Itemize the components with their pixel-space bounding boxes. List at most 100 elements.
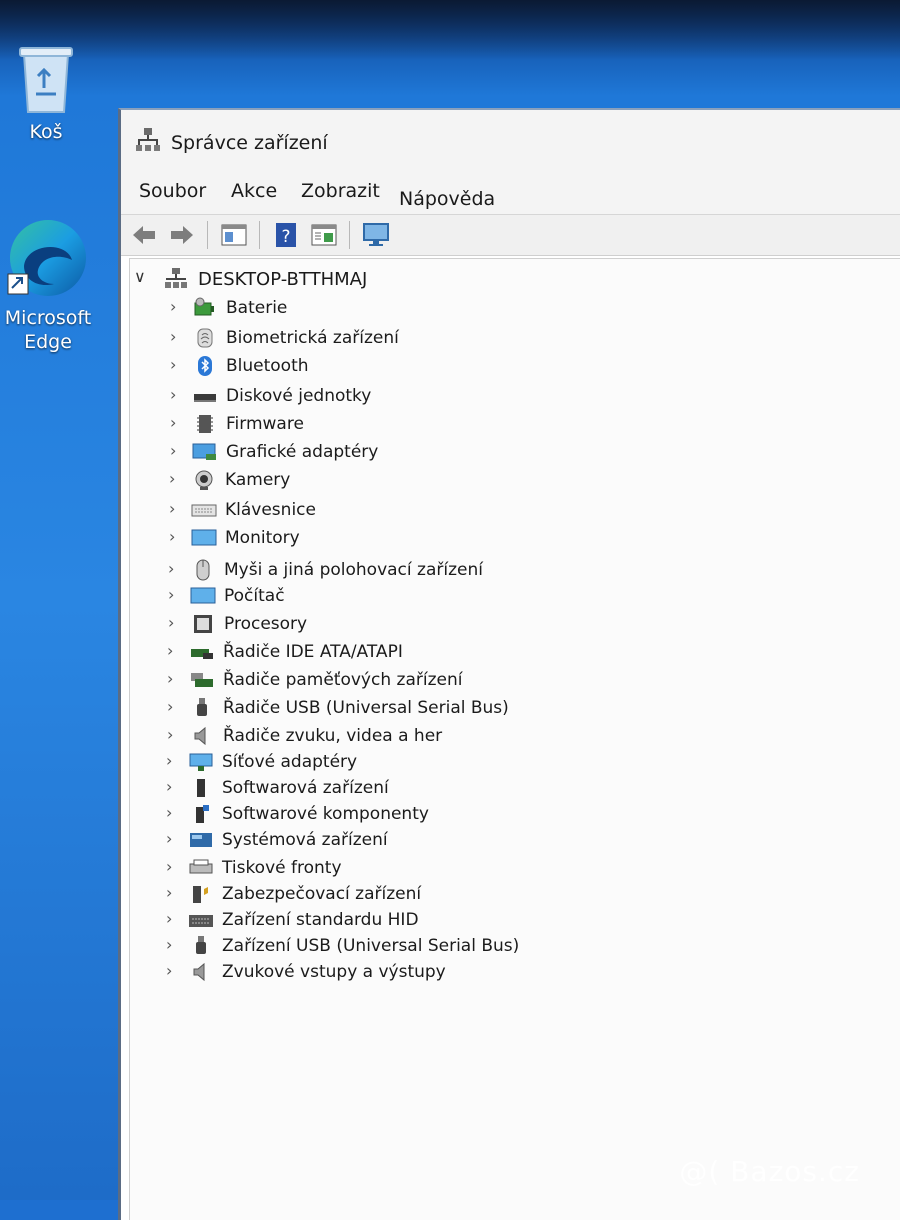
menu-napoveda[interactable]: Nápověda — [399, 188, 495, 210]
tree-category-label: Kamery — [225, 470, 291, 490]
forward-icon[interactable] — [167, 221, 197, 249]
usb-icon — [188, 935, 214, 957]
chevron-right-icon[interactable]: › — [168, 613, 182, 633]
watermark: @( Bazos.cz — [679, 1155, 860, 1188]
toolbar: ? — [121, 214, 900, 256]
tree-category-row[interactable]: › Síťové adaptéry — [166, 749, 866, 777]
chevron-right-icon[interactable]: › — [170, 327, 184, 347]
display-adapter-icon — [192, 441, 218, 463]
tree-category-row[interactable]: › Bluetooth — [170, 353, 870, 381]
tree-category-row[interactable]: › Tiskové fronty — [166, 855, 866, 883]
tree-category-row[interactable]: › Baterie — [170, 295, 870, 323]
tree-category-row[interactable]: › Grafické adaptéry — [170, 439, 870, 467]
back-icon[interactable] — [129, 221, 159, 249]
chevron-right-icon[interactable]: › — [166, 777, 180, 797]
chevron-right-icon[interactable]: › — [167, 641, 181, 661]
device-tree: ∨ DESKTOP-BTTHMAJ › Baterie › Biometrická z… — [129, 258, 900, 1220]
tree-category-label: Firmware — [226, 414, 304, 434]
hid-icon — [188, 909, 214, 931]
chevron-right-icon[interactable]: › — [168, 585, 182, 605]
tree-category-row[interactable]: › Klávesnice — [169, 497, 869, 525]
firmware-icon — [192, 413, 218, 435]
chevron-right-icon[interactable]: › — [167, 725, 181, 745]
tree-category-label: Zabezpečovací zařízení — [222, 884, 422, 904]
chevron-right-icon[interactable]: › — [166, 883, 180, 903]
svg-text:?: ? — [281, 227, 290, 247]
tree-category-row[interactable]: › Zařízení standardu HID — [166, 907, 866, 935]
menu-soubor[interactable]: Soubor — [139, 180, 206, 202]
chevron-right-icon[interactable]: › — [170, 297, 184, 317]
tree-category-row[interactable]: › Zabezpečovací zařízení — [166, 881, 866, 909]
tree-category-row[interactable]: › Firmware — [170, 411, 870, 439]
chevron-right-icon[interactable]: › — [169, 499, 183, 519]
battery-icon — [192, 297, 218, 319]
disk-drive-icon — [192, 385, 218, 407]
tree-category-row[interactable]: › Systémová zařízení — [166, 827, 866, 855]
tree-category-row[interactable]: › Řadiče USB (Universal Serial Bus) — [167, 695, 867, 723]
chevron-right-icon[interactable]: › — [166, 909, 180, 929]
chevron-right-icon[interactable]: › — [170, 441, 184, 461]
chevron-right-icon[interactable]: › — [167, 697, 181, 717]
chevron-right-icon[interactable]: › — [166, 961, 180, 981]
tree-category-row[interactable]: › Počítač — [168, 583, 868, 611]
tree-category-label: Diskové jednotky — [226, 386, 372, 406]
tree-category-label: Systémová zařízení — [222, 830, 388, 850]
chevron-right-icon[interactable]: › — [166, 935, 180, 955]
tree-category-row[interactable]: › Diskové jednotky — [170, 383, 870, 411]
desktop-icon-edge[interactable]: Microsoft Edge — [0, 214, 98, 354]
speaker-icon — [189, 725, 215, 747]
tree-category-label: Tiskové fronty — [222, 858, 342, 878]
tree-root[interactable]: ∨ DESKTOP-BTTHMAJ — [130, 263, 900, 293]
desktop-icon-label: Microsoft Edge — [4, 307, 92, 353]
bluetooth-icon — [192, 355, 218, 377]
chevron-right-icon[interactable]: › — [170, 385, 184, 405]
toolbar-separator — [349, 221, 350, 249]
title-bar[interactable]: Správce zařízení — [121, 110, 900, 174]
menu-akce[interactable]: Akce — [231, 180, 277, 202]
tree-category-row[interactable]: › Myši a jiná polohovací zařízení — [168, 557, 868, 585]
chevron-right-icon[interactable]: › — [166, 803, 180, 823]
chevron-right-icon[interactable]: › — [167, 669, 181, 689]
tree-category-row[interactable]: › Řadiče zvuku, videa a her — [167, 723, 867, 751]
desktop-icon-recycle-bin[interactable]: Koš — [0, 40, 96, 144]
tree-category-row[interactable]: › Zvukové vstupy a výstupy — [166, 959, 866, 987]
tree-category-row[interactable]: › Řadiče paměťových zařízení — [167, 667, 867, 695]
printer-icon — [188, 857, 214, 879]
tree-category-row[interactable]: › Procesory — [168, 611, 868, 639]
tree-category-row[interactable]: › Softwarové komponenty — [166, 801, 866, 829]
tree-category-label: Myši a jiná polohovací zařízení — [224, 560, 483, 580]
tree-category-row[interactable]: › Biometrická zařízení — [170, 325, 870, 353]
usb-icon — [189, 697, 215, 719]
properties-pane-icon[interactable] — [219, 221, 249, 249]
tree-category-row[interactable]: › Monitory — [169, 525, 869, 553]
tree-category-row[interactable]: › Softwarová zařízení — [166, 775, 866, 803]
view-icon[interactable] — [309, 221, 339, 249]
tree-category-label: Grafické adaptéry — [226, 442, 379, 462]
tree-category-row[interactable]: › Kamery — [169, 467, 869, 495]
tree-category-row[interactable]: › Zařízení USB (Universal Serial Bus) — [166, 933, 866, 961]
desktop-icon-label: Koš — [29, 121, 63, 143]
tree-category-label: Řadiče USB (Universal Serial Bus) — [223, 698, 509, 718]
device-manager-icon — [135, 126, 161, 152]
monitor-scan-icon[interactable] — [361, 221, 391, 249]
chevron-right-icon[interactable]: › — [169, 527, 183, 547]
chevron-right-icon[interactable]: › — [166, 829, 180, 849]
chevron-right-icon[interactable]: › — [170, 355, 184, 375]
chevron-right-icon[interactable]: › — [170, 413, 184, 433]
chevron-right-icon[interactable]: › — [168, 559, 182, 579]
tree-category-label: Řadiče paměťových zařízení — [223, 670, 463, 690]
menu-zobrazit[interactable]: Zobrazit — [301, 180, 380, 202]
window-title: Správce zařízení — [171, 132, 328, 154]
tree-category-label: Bluetooth — [226, 356, 309, 376]
chevron-right-icon[interactable]: › — [166, 857, 180, 877]
chevron-right-icon[interactable]: › — [169, 469, 183, 489]
help-icon[interactable]: ? — [271, 221, 301, 249]
speaker-icon — [188, 961, 214, 983]
tree-category-label: Biometrická zařízení — [226, 328, 399, 348]
software-device-icon — [188, 777, 214, 799]
tree-category-row[interactable]: › Řadiče IDE ATA/ATAPI — [167, 639, 867, 667]
tree-category-label: Zařízení standardu HID — [222, 910, 419, 930]
monitor-icon — [191, 527, 217, 549]
chevron-right-icon[interactable]: › — [166, 751, 180, 771]
chevron-down-icon[interactable]: ∨ — [134, 267, 146, 286]
